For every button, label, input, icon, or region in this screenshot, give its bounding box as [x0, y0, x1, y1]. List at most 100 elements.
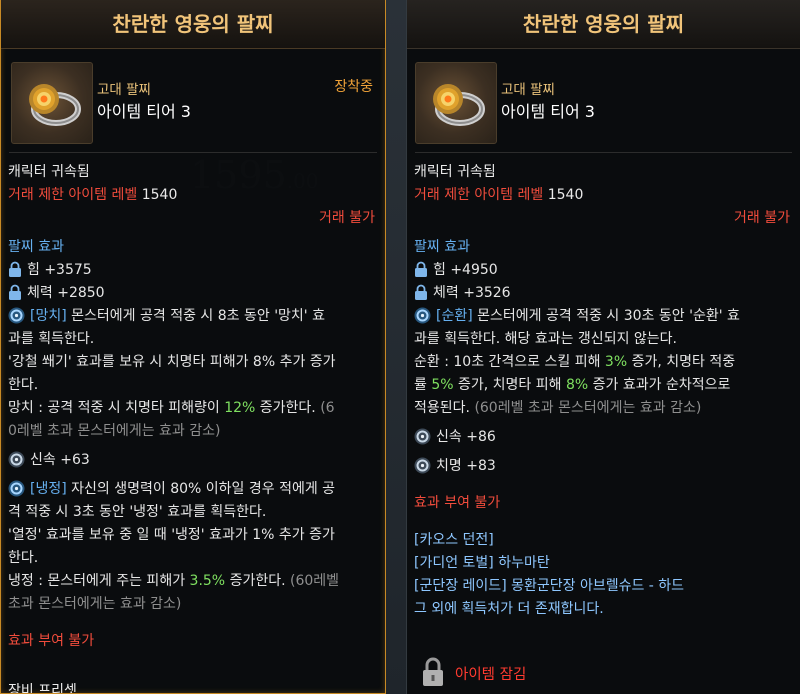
trade-limit: 거래 제한 아이템 레벨 1540 — [414, 184, 790, 207]
effect-note: (60레벨 — [290, 573, 340, 589]
effect-text-part: 증가 효과가 순차적으로 — [592, 377, 731, 393]
effect-value: 3.5% — [189, 573, 226, 589]
effect-text: 냉정 : 몬스터에게 주는 피해가 3.5% 증가한다. (60레벨 — [8, 570, 375, 593]
trade-limit-label: 거래 제한 아이템 레벨 — [414, 187, 544, 203]
effect-text: 자신의 생명력이 80% 이하일 경우 적에게 공 — [71, 481, 336, 497]
stat-line: 힘 +4950 — [414, 259, 790, 282]
stat-value: 신속 +63 — [30, 452, 90, 468]
item-lock-label: 아이템 잠김 — [455, 667, 527, 683]
effect-text: 몬스터에게 공격 적중 시 8초 동안 '망치' 효 — [71, 308, 325, 324]
effect-text-part: 냉정 : 몬스터에게 주는 피해가 — [8, 573, 186, 589]
spiral-effect-icon — [8, 480, 25, 496]
tooltip-body: 캐릭터 귀속됨 거래 제한 아이템 레벨 1540 거래 불가 팔찌 효과 힘 … — [414, 161, 790, 621]
effects-header: 팔찌 효과 — [8, 239, 64, 255]
compare-item-tooltip: 찬란한 영웅의 팔찌 고대 팔찌 아이템 티어 3 캐릭터 귀속됨 거래 제한 … — [406, 0, 800, 694]
lock-icon — [9, 284, 21, 300]
effect-text: 몬스터에게 공격 적중 시 30초 동안 '순환' 효 — [477, 308, 740, 324]
item-name: 찬란한 영웅의 팔찌 — [407, 0, 800, 49]
effect-text-part: 망치 : 공격 적중 시 치명타 피해량이 — [8, 400, 220, 416]
background-panel-strip — [386, 0, 408, 694]
divider — [415, 152, 792, 153]
effect-value: 5% — [431, 377, 454, 393]
effect-text: '강철 쐐기' 효과를 보유 시 치명타 피해가 8% 추가 증가 — [8, 354, 336, 370]
stat-value: 힘 +3575 — [27, 262, 92, 278]
effect-value: 8% — [565, 377, 589, 393]
effect-value: 3% — [604, 354, 628, 370]
effect-text-part: 증가, 치명타 피해 — [458, 377, 562, 393]
lock-icon — [9, 261, 21, 277]
effect-note: 0레벨 초과 몬스터에게는 효과 감소) — [8, 423, 221, 439]
effect-text: 률 5% 증가, 치명타 피해 8% 증가 효과가 순차적으로 — [414, 374, 790, 397]
effect-text: 적용된다. (60레벨 초과 몬스터에게는 효과 감소) — [414, 397, 790, 420]
effect-tag: [냉정] — [30, 481, 67, 497]
stat-line: 신속 +63 — [8, 449, 375, 472]
tooltip-body: 캐릭터 귀속됨 거래 제한 아이템 레벨 1540 거래 불가 팔찌 효과 힘 … — [8, 161, 375, 653]
effect-text-part: 적용된다. — [414, 400, 470, 416]
effect-line: [망치] 몬스터에게 공격 적중 시 8초 동안 '망치' 효 — [8, 305, 375, 328]
swirl-stat-icon — [414, 457, 431, 473]
item-lock-icon — [423, 657, 443, 686]
effect-text: 과를 획득한다. 해당 효과는 갱신되지 않는다. — [414, 331, 677, 347]
effect-text: 과를 획득한다. — [8, 331, 95, 347]
lock-icon — [415, 261, 427, 277]
bound-text: 캐릭터 귀속됨 — [8, 164, 90, 180]
stat-value: 체력 +2850 — [27, 285, 105, 301]
acquisition-source-more: 그 외에 획득처가 더 존재합니다. — [414, 601, 604, 617]
stat-line: 체력 +3526 — [414, 282, 790, 305]
trade-limit-value: 1540 — [547, 187, 584, 203]
bracelet-icon — [29, 84, 81, 126]
item-tier: 아이템 티어 3 — [501, 102, 595, 121]
item-grade: 고대 팔찌 — [97, 82, 151, 98]
stat-line: 치명 +83 — [414, 455, 790, 478]
trade-status: 거래 불가 — [734, 210, 790, 226]
bound-text: 캐릭터 귀속됨 — [414, 164, 496, 180]
effect-text: 격 적중 시 3초 동안 '냉정' 효과를 획득한다. — [8, 504, 267, 520]
stat-line: 체력 +2850 — [8, 282, 375, 305]
equipment-preset-label: 장비 프리셋 — [8, 683, 77, 694]
trade-limit-value: 1540 — [141, 187, 178, 203]
divider — [9, 152, 377, 153]
effect-line: [순환] 몬스터에게 공격 적중 시 30초 동안 '순환' 효 — [414, 305, 790, 328]
spiral-effect-icon — [8, 307, 25, 323]
effect-text-part: 순환 : 10초 간격으로 스킬 피해 — [414, 354, 601, 370]
bracelet-icon — [433, 84, 485, 126]
trade-limit: 거래 제한 아이템 레벨 1540 — [8, 184, 375, 207]
effect-note: 초과 몬스터에게는 효과 감소) — [8, 596, 182, 612]
effect-value: 12% — [224, 400, 256, 416]
effect-text: 망치 : 공격 적중 시 치명타 피해량이 12% 증가한다. (6 — [8, 397, 375, 420]
effect-tag: [망치] — [30, 308, 67, 324]
effect-text-part: 률 — [414, 377, 427, 393]
item-tier: 아이템 티어 3 — [97, 102, 191, 121]
stat-line: 힘 +3575 — [8, 259, 375, 282]
equipped-item-tooltip: 찬란한 영웅의 팔찌 고대 팔찌 아이템 티어 3 장착중 캐릭터 귀속됨 거래… — [0, 0, 386, 694]
acquisition-source: [군단장 레이드] 몽환군단장 아브렐슈드 - 하드 — [414, 578, 685, 594]
stat-value: 신속 +86 — [436, 429, 496, 445]
effect-text: 순환 : 10초 간격으로 스킬 피해 3% 증가, 치명타 적중 — [414, 351, 790, 374]
bracelet-item-icon — [11, 62, 93, 144]
item-grade: 고대 팔찌 — [501, 82, 555, 98]
effect-note: (6 — [320, 400, 335, 416]
effects-header: 팔찌 효과 — [414, 239, 470, 255]
stat-value: 체력 +3526 — [433, 285, 511, 301]
acquisition-source: [카오스 던전] — [414, 532, 494, 548]
effect-tag: [순환] — [436, 308, 473, 324]
swirl-stat-icon — [8, 451, 25, 467]
effect-text-part: 증가, 치명타 적중 — [631, 354, 736, 370]
imbue-status: 효과 부여 불가 — [414, 495, 501, 511]
spiral-effect-icon — [414, 307, 431, 323]
effect-text: 한다. — [8, 377, 39, 393]
imbue-status: 효과 부여 불가 — [8, 633, 95, 649]
lock-icon — [415, 284, 427, 300]
equipped-badge: 장착중 — [334, 79, 373, 95]
effect-text-part: 증가한다. — [259, 400, 316, 416]
trade-limit-label: 거래 제한 아이템 레벨 — [8, 187, 138, 203]
swirl-stat-icon — [414, 428, 431, 444]
effect-text: 한다. — [8, 550, 39, 566]
stat-line: 신속 +86 — [414, 426, 790, 449]
effect-text: '열정' 효과를 보유 중 일 때 '냉정' 효과가 1% 추가 증가 — [8, 527, 335, 543]
stat-value: 치명 +83 — [436, 458, 496, 474]
effect-line: [냉정] 자신의 생명력이 80% 이하일 경우 적에게 공 — [8, 478, 375, 501]
trade-status: 거래 불가 — [319, 210, 375, 226]
item-name: 찬란한 영웅의 팔찌 — [1, 0, 385, 49]
effect-text-part: 증가한다. — [229, 573, 286, 589]
